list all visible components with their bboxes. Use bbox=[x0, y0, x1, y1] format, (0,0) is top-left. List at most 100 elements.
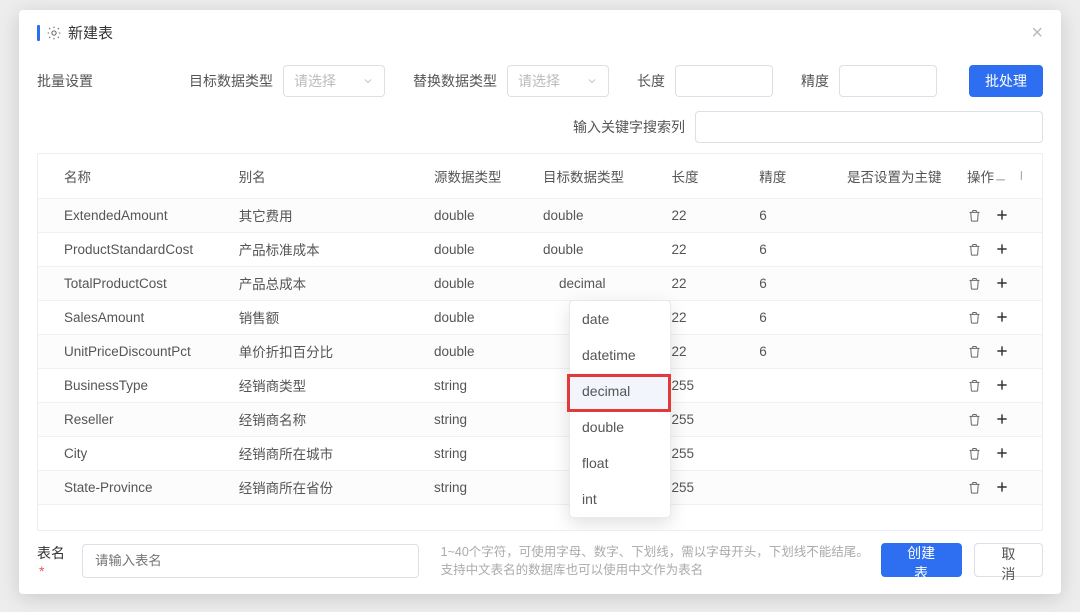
cell-alias: 经销商类型 bbox=[239, 379, 307, 394]
cell-src: string bbox=[434, 480, 467, 495]
table-row: SalesAmount销售额double226 bbox=[38, 300, 1042, 334]
cell-src: string bbox=[434, 446, 467, 461]
delete-row-icon[interactable] bbox=[967, 208, 982, 223]
cell-length: 255 bbox=[672, 480, 695, 495]
add-row-icon[interactable] bbox=[994, 343, 1010, 359]
cell-precision: 6 bbox=[759, 208, 767, 223]
dropdown-option-int[interactable]: int bbox=[570, 481, 670, 517]
dialog-footer: 表名* 1~40个字符，可使用字母、数字、下划线，需以字母开头，下划线不能结尾。… bbox=[19, 531, 1061, 595]
th-name: 名称 bbox=[38, 154, 227, 198]
add-row-icon[interactable] bbox=[994, 411, 1010, 427]
chevron-down-icon bbox=[362, 75, 374, 87]
dropdown-option-double[interactable]: double bbox=[570, 409, 670, 445]
footer-left: 表名* bbox=[37, 543, 419, 579]
cell-tgt[interactable]: double bbox=[543, 208, 584, 223]
columns-table: 名称 别名 源数据类型 目标数据类型 长度 精度 是否设置为主键 操作 bbox=[38, 154, 1042, 505]
dropdown-option-float[interactable]: float bbox=[570, 445, 670, 481]
replace-type-placeholder: 请选择 bbox=[518, 71, 560, 91]
table-row: Reseller经销商名称string255 bbox=[38, 402, 1042, 436]
add-row-icon[interactable] bbox=[994, 241, 1010, 257]
cell-src: string bbox=[434, 378, 467, 393]
table-row: City经销商所在城市string255 bbox=[38, 436, 1042, 470]
cell-alias: 销售额 bbox=[239, 311, 280, 326]
add-row-icon[interactable] bbox=[994, 207, 1010, 223]
cell-alias: 产品标准成本 bbox=[239, 243, 320, 258]
cell-length: 22 bbox=[672, 276, 687, 291]
delete-row-icon[interactable] bbox=[967, 310, 982, 325]
cell-precision: 6 bbox=[759, 344, 767, 359]
cancel-button[interactable]: 取消 bbox=[974, 543, 1043, 577]
dialog-title-area: 新建表 bbox=[37, 22, 113, 43]
table-name-input[interactable] bbox=[82, 544, 419, 578]
batch-label: 批量设置 bbox=[37, 71, 99, 91]
delete-row-icon[interactable] bbox=[967, 344, 982, 359]
cell-name: Reseller bbox=[64, 412, 114, 427]
target-type-select[interactable]: 请选择 bbox=[283, 65, 385, 97]
precision-input[interactable] bbox=[839, 65, 937, 97]
gear-icon bbox=[46, 25, 62, 41]
add-row-icon[interactable] bbox=[994, 377, 1010, 393]
th-ops: 操作 bbox=[955, 154, 1042, 198]
cell-tgt-value[interactable]: decimal bbox=[543, 276, 606, 291]
cell-src: double bbox=[434, 310, 475, 325]
cell-name: City bbox=[64, 446, 87, 461]
dialog-header: 新建表 × bbox=[19, 10, 1061, 55]
delete-row-icon[interactable] bbox=[967, 412, 982, 427]
delete-row-icon[interactable] bbox=[967, 276, 982, 291]
add-row-icon[interactable] bbox=[994, 445, 1010, 461]
table-row: State-Province 经销商所在省份 string 255 bbox=[38, 470, 1042, 504]
add-row-icon[interactable] bbox=[994, 479, 1010, 495]
search-input[interactable] bbox=[695, 111, 1043, 143]
cell-name: UnitPriceDiscountPct bbox=[64, 344, 191, 359]
cell-src: double bbox=[434, 276, 475, 291]
delete-row-icon[interactable] bbox=[967, 446, 982, 461]
cell-length: 255 bbox=[672, 446, 695, 461]
create-table-button[interactable]: 创建表 bbox=[881, 543, 962, 577]
dialog-title: 新建表 bbox=[68, 22, 113, 43]
cell-name: SalesAmount bbox=[64, 310, 144, 325]
target-type-placeholder: 请选择 bbox=[294, 71, 336, 91]
batch-settings-row: 批量设置 目标数据类型 请选择 替换数据类型 请选择 长度 精度 批处理 bbox=[19, 55, 1061, 111]
delete-row-icon[interactable] bbox=[967, 378, 982, 393]
target-type-label: 目标数据类型 bbox=[189, 71, 273, 91]
cell-src: double bbox=[434, 242, 475, 257]
length-input[interactable] bbox=[675, 65, 773, 97]
dropdown-option-date[interactable]: date bbox=[570, 301, 670, 337]
batch-process-button[interactable]: 批处理 bbox=[969, 65, 1043, 97]
add-row-icon[interactable] bbox=[994, 309, 1010, 325]
create-table-dialog: 新建表 × 批量设置 目标数据类型 请选择 替换数据类型 请选择 长度 精度 批… bbox=[19, 10, 1061, 594]
cell-name: TotalProductCost bbox=[64, 276, 167, 291]
close-icon[interactable]: × bbox=[1031, 23, 1043, 43]
cell-name: ProductStandardCost bbox=[64, 242, 193, 257]
chevron-down-icon bbox=[586, 75, 598, 87]
target-type-dropdown[interactable]: datedatetimedecimaldoublefloatint bbox=[569, 300, 671, 518]
th-alias: 别名 bbox=[227, 154, 422, 198]
cell-src: double bbox=[434, 208, 475, 223]
cell-length: 22 bbox=[672, 208, 687, 223]
columns-table-wrap: 名称 别名 源数据类型 目标数据类型 长度 精度 是否设置为主键 操作 bbox=[37, 153, 1043, 531]
table-name-label: 表名* bbox=[37, 543, 72, 579]
table-row: ProductStandardCost产品标准成本doubledouble226 bbox=[38, 232, 1042, 266]
cell-name: BusinessType bbox=[64, 378, 148, 393]
cell-name: State-Province bbox=[64, 480, 153, 495]
add-row-icon[interactable] bbox=[994, 275, 1010, 291]
cell-alias: 经销商所在省份 bbox=[239, 481, 334, 496]
table-row: UnitPriceDiscountPct单价折扣百分比double226 bbox=[38, 334, 1042, 368]
delete-row-icon[interactable] bbox=[967, 480, 982, 495]
cell-precision: 6 bbox=[759, 276, 767, 291]
delete-row-icon[interactable] bbox=[967, 242, 982, 257]
cell-length: 22 bbox=[672, 310, 687, 325]
search-row: 输入关键字搜索列 bbox=[19, 111, 1061, 153]
cell-length: 255 bbox=[672, 412, 695, 427]
cell-tgt[interactable]: double bbox=[543, 242, 584, 257]
header-edit-icon[interactable] bbox=[994, 169, 1007, 182]
dropdown-option-datetime[interactable]: datetime bbox=[570, 337, 670, 373]
replace-type-select[interactable]: 请选择 bbox=[507, 65, 609, 97]
cell-alias: 产品总成本 bbox=[239, 277, 307, 292]
header-more-icon[interactable] bbox=[1017, 169, 1030, 182]
dropdown-option-decimal[interactable]: decimal bbox=[570, 373, 670, 409]
th-pk: 是否设置为主键 bbox=[835, 154, 955, 198]
cell-alias: 单价折扣百分比 bbox=[239, 345, 334, 360]
cell-alias: 经销商名称 bbox=[239, 413, 307, 428]
cell-length: 255 bbox=[672, 378, 695, 393]
